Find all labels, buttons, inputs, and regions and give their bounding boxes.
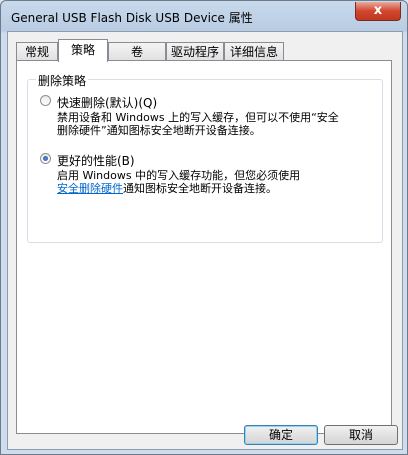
window-title: General USB Flash Disk USB Device 属性 <box>11 11 253 25</box>
ok-button[interactable]: 确定 <box>244 425 318 445</box>
group-label: 删除策略 <box>36 72 89 89</box>
title-bar[interactable]: General USB Flash Disk USB Device 属性 x <box>1 1 407 31</box>
close-button[interactable]: x <box>355 2 401 21</box>
policies-panel: 删除策略 快速删除(默认)(Q) 禁用设备和 Windows 上的写入缓存，但可… <box>16 60 392 434</box>
tab-volumes[interactable]: 卷 <box>108 42 166 60</box>
tab-details[interactable]: 详细信息 <box>224 42 284 60</box>
tab-general[interactable]: 常规 <box>16 42 58 60</box>
cancel-button[interactable]: 取消 <box>324 425 398 445</box>
quick-removal-label[interactable]: 快速删除(默认)(Q) <box>57 94 157 111</box>
better-performance-desc-2: 安全删除硬件通知图标安全地断开设备连接。 <box>57 182 277 195</box>
better-performance-radio[interactable] <box>40 153 51 164</box>
properties-window: General USB Flash Disk USB Device 属性 x 常… <box>0 0 408 455</box>
better-performance-desc-2-rest: 通知图标安全地断开设备连接。 <box>123 182 277 195</box>
quick-removal-radio[interactable] <box>40 95 51 106</box>
tab-driver[interactable]: 驱动程序 <box>166 42 224 60</box>
removal-policy-group: 删除策略 快速删除(默认)(Q) 禁用设备和 Windows 上的写入缓存，但可… <box>27 72 383 243</box>
safely-remove-hardware-link[interactable]: 安全删除硬件 <box>57 182 123 195</box>
quick-removal-desc-2: 删除硬件”通知图标安全地断开设备连接。 <box>57 124 261 137</box>
better-performance-label[interactable]: 更好的性能(B) <box>57 152 135 169</box>
quick-removal-desc-1: 禁用设备和 Windows 上的写入缓存，但可以不使用“安全 <box>57 111 339 124</box>
dialog-client: 常规 策略 卷 驱动程序 详细信息 删除策略 快速删除(默认)(Q) 禁用设备和… <box>7 31 403 450</box>
tab-policies[interactable]: 策略 <box>58 39 108 62</box>
better-performance-desc-1: 启用 Windows 中的写入缓存功能，但您必须使用 <box>57 169 301 182</box>
